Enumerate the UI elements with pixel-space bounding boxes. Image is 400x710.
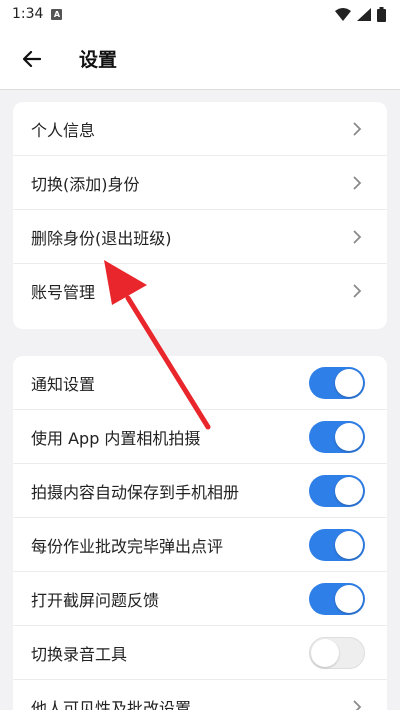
battery-icon bbox=[377, 6, 386, 22]
toggle-knob bbox=[335, 368, 363, 397]
builtin-camera-toggle[interactable] bbox=[309, 420, 365, 453]
row-label: 账号管理 bbox=[31, 283, 96, 302]
review-popup-row: 每份作业批改完毕弹出点评 bbox=[13, 518, 387, 572]
row-label: 个人信息 bbox=[31, 120, 96, 140]
row-label: 通知设置 bbox=[31, 374, 96, 394]
notification-badge-icon: A bbox=[51, 8, 63, 20]
chevron-right-icon bbox=[353, 700, 363, 710]
row-label: 切换录音工具 bbox=[31, 644, 128, 664]
arrow-left-icon bbox=[23, 50, 41, 67]
toggle-knob bbox=[335, 584, 363, 613]
delete-identity-row[interactable]: 删除身份(退出班级) bbox=[13, 210, 387, 264]
wifi-icon bbox=[335, 7, 351, 21]
account-management-row[interactable]: 账号管理 bbox=[13, 264, 387, 318]
account-card: 个人信息 切换(添加)身份 删除身份(退出班级) 账号管理 bbox=[13, 102, 387, 329]
visibility-settings-row[interactable]: 他人可见性及批改设置 bbox=[13, 680, 387, 710]
row-label: 打开截屏问题反馈 bbox=[31, 590, 160, 610]
toggle-knob bbox=[335, 422, 363, 451]
chevron-right-icon bbox=[353, 176, 363, 190]
row-label: 使用 App 内置相机拍摄 bbox=[31, 428, 201, 448]
row-label: 每份作业批改完毕弹出点评 bbox=[31, 536, 224, 556]
row-label: 他人可见性及批改设置 bbox=[31, 699, 192, 710]
toggle-knob bbox=[335, 476, 363, 505]
notification-toggle[interactable] bbox=[309, 366, 365, 399]
recording-tool-row: 切换录音工具 bbox=[13, 626, 387, 680]
page-title: 设置 bbox=[79, 49, 118, 71]
screenshot-feedback-toggle[interactable] bbox=[309, 582, 365, 615]
chevron-right-icon bbox=[353, 230, 363, 244]
signal-icon bbox=[357, 7, 371, 21]
chevron-right-icon bbox=[353, 122, 363, 136]
row-label: 切换(添加)身份 bbox=[31, 174, 140, 194]
auto-save-album-row: 拍摄内容自动保存到手机相册 bbox=[13, 464, 387, 518]
chevron-right-icon bbox=[353, 284, 363, 298]
row-label: 删除身份(退出班级) bbox=[31, 228, 172, 248]
switch-identity-row[interactable]: 切换(添加)身份 bbox=[13, 156, 387, 210]
recording-tool-toggle[interactable] bbox=[309, 636, 365, 669]
back-button[interactable] bbox=[9, 36, 55, 82]
toggle-knob bbox=[311, 638, 339, 667]
auto-save-album-toggle[interactable] bbox=[309, 474, 365, 507]
personal-info-row[interactable]: 个人信息 bbox=[13, 102, 387, 156]
screenshot-feedback-row: 打开截屏问题反馈 bbox=[13, 572, 387, 626]
status-bar: 1:34 A bbox=[0, 0, 400, 28]
notification-settings-row: 通知设置 bbox=[13, 356, 387, 410]
settings-card: 通知设置 使用 App 内置相机拍摄 拍摄内容自动保存到手机相册 每份作业批改完… bbox=[13, 356, 387, 710]
row-label: 拍摄内容自动保存到手机相册 bbox=[31, 482, 240, 502]
app-bar: 设置 bbox=[0, 28, 400, 90]
status-icons bbox=[335, 6, 386, 22]
review-popup-toggle[interactable] bbox=[309, 528, 365, 561]
toggle-knob bbox=[335, 530, 363, 559]
status-time: 1:34 bbox=[12, 6, 44, 22]
builtin-camera-row: 使用 App 内置相机拍摄 bbox=[13, 410, 387, 464]
